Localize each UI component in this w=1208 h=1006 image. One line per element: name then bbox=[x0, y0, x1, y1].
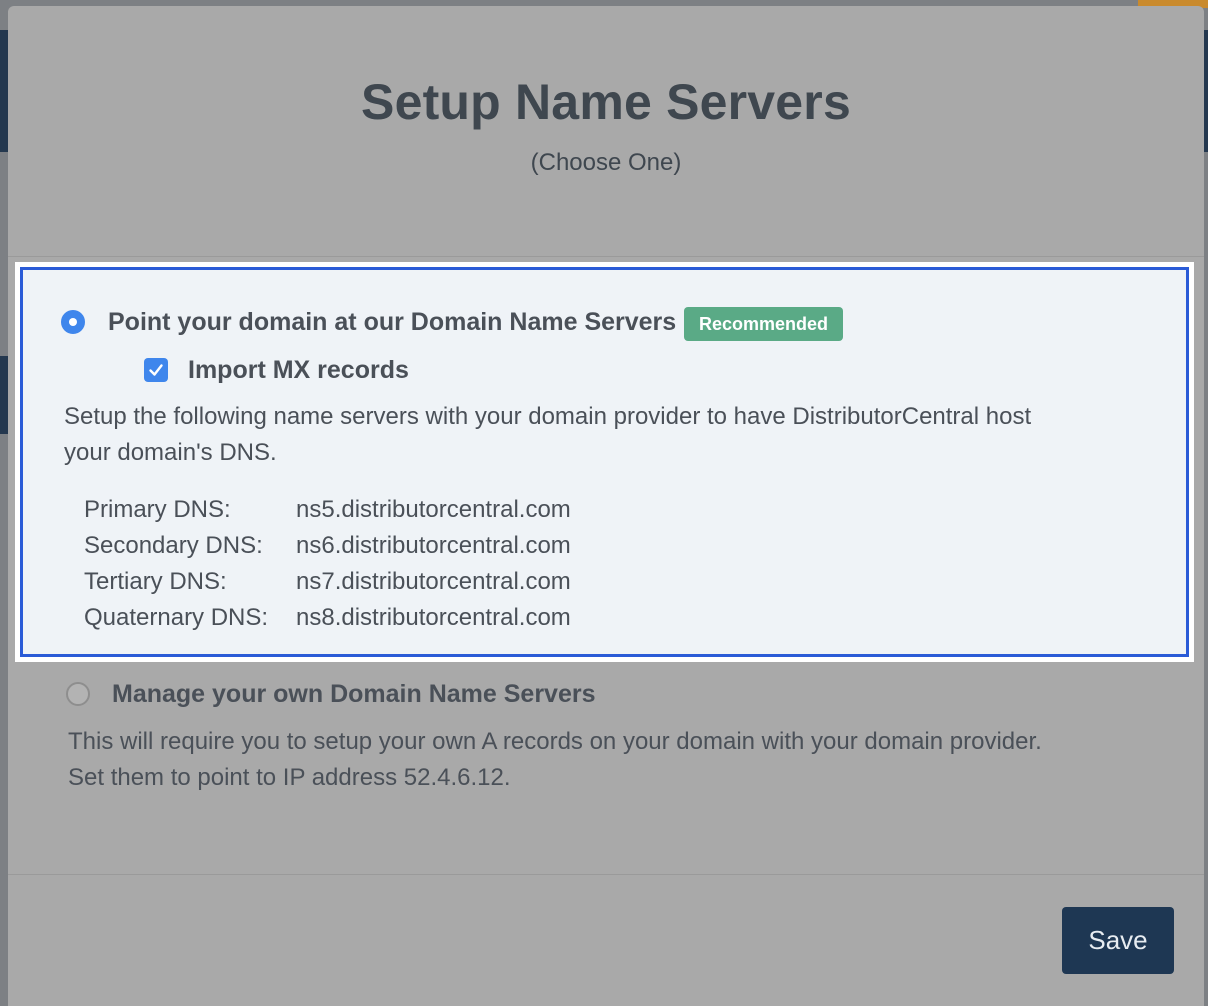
dns-value: ns5.distributorcentral.com bbox=[296, 496, 571, 523]
modal-header: Setup Name Servers (Choose One) bbox=[8, 6, 1204, 257]
dns-label: Primary DNS: bbox=[84, 496, 231, 523]
dns-row-quaternary: Quaternary DNS: ns8.distributorcentral.co… bbox=[84, 600, 571, 636]
radio-our-name-servers[interactable] bbox=[61, 310, 85, 334]
dns-row-secondary: Secondary DNS: ns6.distributorcentral.com bbox=[84, 528, 571, 564]
check-icon bbox=[149, 364, 163, 376]
description-line: This will require you to setup your own … bbox=[68, 728, 1042, 755]
dns-value: ns8.distributorcentral.com bbox=[296, 604, 571, 631]
dns-row-primary: Primary DNS: ns5.distributorcentral.com bbox=[84, 492, 571, 528]
dns-label: Tertiary DNS: bbox=[84, 568, 227, 595]
option-label[interactable]: Point your domain at our Domain Name Ser… bbox=[108, 308, 676, 337]
description-line: Setup the following name servers with yo… bbox=[64, 403, 1032, 430]
modal-subtitle: (Choose One) bbox=[530, 149, 682, 176]
dns-list: Primary DNS: ns5.distributorcentral.com S… bbox=[84, 492, 571, 636]
recommended-badge: Recommended bbox=[684, 307, 844, 341]
option-label[interactable]: Manage your own Domain Name Servers bbox=[112, 680, 595, 709]
dns-label: Quaternary DNS: bbox=[84, 604, 269, 631]
own-description: This will require you to setup your own … bbox=[68, 724, 1188, 796]
save-button[interactable]: Save bbox=[1062, 907, 1174, 974]
import-mx-label[interactable]: Import MX records bbox=[188, 356, 409, 385]
dns-label: Secondary DNS: bbox=[84, 532, 263, 559]
dns-value: ns6.distributorcentral.com bbox=[296, 532, 571, 559]
description-line: your domain's DNS. bbox=[64, 439, 277, 466]
description-line: Set them to point to IP address 52.4.6.1… bbox=[68, 764, 511, 791]
dns-value: ns7.distributorcentral.com bbox=[296, 568, 571, 595]
setup-name-servers-modal: Setup Name Servers (Choose One) Point yo… bbox=[8, 6, 1204, 1006]
nameservers-description: Setup the following name servers with yo… bbox=[64, 399, 1164, 471]
import-mx-checkbox[interactable] bbox=[144, 358, 168, 382]
modal-footer: Save bbox=[8, 874, 1204, 1006]
modal-title: Setup Name Servers bbox=[361, 74, 851, 130]
option-our-name-servers[interactable]: Point your domain at our Domain Name Ser… bbox=[20, 267, 1189, 657]
radio-own-name-servers[interactable] bbox=[66, 682, 90, 706]
dns-row-tertiary: Tertiary DNS: ns7.distributorcentral.com bbox=[84, 564, 571, 600]
